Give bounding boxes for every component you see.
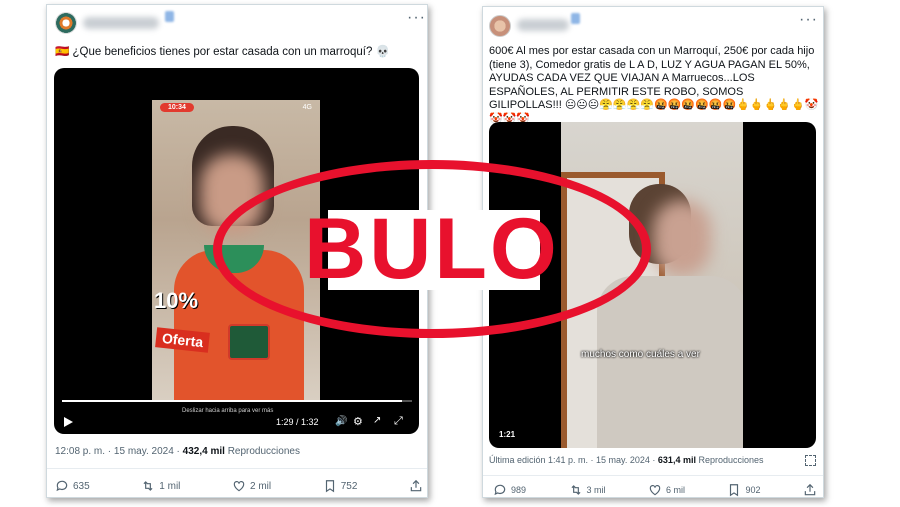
more-options-icon[interactable]: ··· [799,12,818,28]
video-duration: 1:21 [499,430,516,439]
video-caption: muchos como cuáles a ver [581,349,700,360]
swipe-hint: Deslizar hacia arriba para ver más [182,408,274,414]
verified-badge-icon [165,11,174,22]
phone-signal: 4G [302,103,312,111]
settings-icon[interactable]: ⚙ [353,415,363,428]
flag-icon: 🇪🇸 [55,46,70,58]
share-icon [804,483,816,496]
view-count: 631,4 mil [657,455,696,465]
video-timecode: 1:29 / 1:32 [276,417,319,427]
bookmark-icon [730,484,739,497]
offer-label: Oferta [155,327,211,353]
divider [47,468,427,469]
author-name[interactable] [517,19,569,31]
heart-icon [649,485,661,496]
popout-icon[interactable]: ↗ [373,415,381,426]
post-time[interactable]: 12:08 p. m. · 15 may. 2024 · [55,446,183,457]
action-bar: 989 3 mil 6 mil 902 [483,483,823,497]
reply-icon [494,484,506,496]
reply-button[interactable]: 989 [493,483,526,497]
phone-status-bar: 10:34 4G [152,100,320,114]
bookmark-button[interactable]: 752 [323,479,357,493]
repost-icon [143,481,153,491]
avatar[interactable] [489,15,511,37]
repost-icon [571,485,580,495]
fullscreen-icon[interactable]: ⤢ [394,415,403,428]
tweet-text: 600€ Al mes por estar casada con un Marr… [489,45,819,125]
analytics-icon[interactable] [805,455,816,466]
volume-icon[interactable]: 🔊 [335,416,347,427]
avatar[interactable] [55,12,77,34]
play-icon[interactable] [64,417,73,427]
repost-button[interactable]: 1 mil [141,479,180,493]
tweet-text: 🇪🇸 ¿Que beneficios tienes por estar casa… [55,46,390,58]
divider [483,475,823,476]
bookmark-icon [325,480,334,493]
reply-icon [56,480,68,492]
like-button[interactable]: 6 mil [648,483,685,497]
video-progress-fill [62,400,402,402]
offer-badge: 10% [154,288,199,313]
reply-button[interactable]: 635 [55,479,90,493]
heart-icon [233,481,245,492]
author-name[interactable] [83,17,159,29]
share-button[interactable] [409,479,423,493]
view-count: 432,4 mil [182,446,225,457]
action-bar: 635 1 mil 2 mil 752 [47,479,427,493]
share-button[interactable] [803,483,817,497]
tweet-meta: Última edición 1:41 p. m. · 15 may. 2024… [489,455,764,465]
video-progress-track[interactable] [62,400,412,402]
more-options-icon[interactable]: ··· [407,10,426,26]
verified-badge-icon [571,13,580,24]
tweet-meta: 12:08 p. m. · 15 may. 2024 · 432,4 mil R… [55,446,300,457]
phone-time: 10:34 [160,102,194,112]
bulo-stamp-text: BULO [304,200,560,297]
bookmark-button[interactable]: 902 [727,483,761,497]
like-button[interactable]: 2 mil [232,479,271,493]
repost-button[interactable]: 3 mil [569,483,606,497]
share-icon [410,479,422,492]
post-time[interactable]: Última edición 1:41 p. m. · 15 may. 2024… [489,455,658,465]
